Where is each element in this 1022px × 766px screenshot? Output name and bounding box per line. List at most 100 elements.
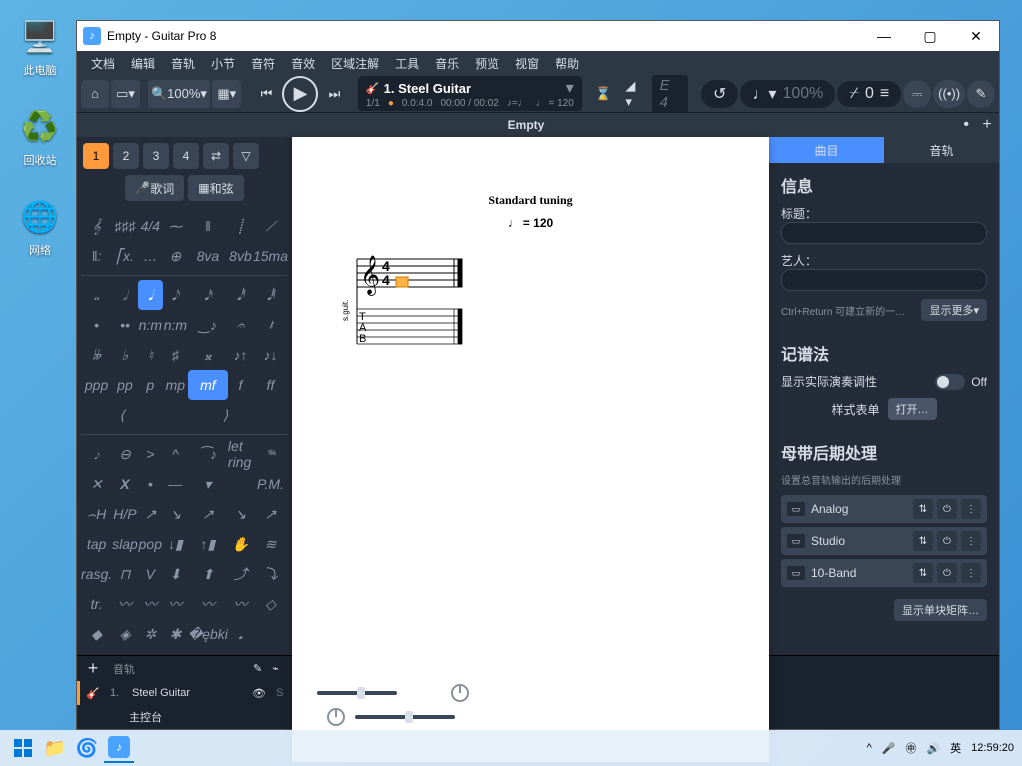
- crescendo-icon[interactable]: ⟨: [81, 400, 163, 430]
- guitarpro-taskbar-icon[interactable]: ♪: [104, 733, 134, 763]
- menu-file[interactable]: 文档: [83, 52, 123, 75]
- natural-icon[interactable]: ♮: [138, 340, 163, 370]
- harm4-icon[interactable]: ✲: [138, 619, 163, 649]
- vib3-icon[interactable]: 〰: [163, 589, 188, 619]
- fx-analog[interactable]: ▭ Analog ⇅⏻⋮: [781, 495, 987, 523]
- fx-studio[interactable]: ▭ Studio ⇅⏻⋮: [781, 527, 987, 555]
- ho-icon[interactable]: ⌢H: [81, 499, 112, 529]
- harm3-icon[interactable]: ◈: [112, 619, 138, 649]
- vib5-icon[interactable]: 〰: [228, 589, 253, 619]
- slide5-icon[interactable]: ↗: [253, 499, 288, 529]
- title-input[interactable]: [781, 222, 987, 244]
- automation-icon[interactable]: ⌁: [272, 662, 279, 675]
- quindma-icon[interactable]: 15ma: [253, 241, 288, 271]
- time-sig-icon[interactable]: 4/4: [138, 211, 163, 241]
- directions-icon[interactable]: …: [138, 241, 163, 271]
- play-button[interactable]: ▶: [282, 76, 318, 112]
- menu-help[interactable]: 帮助: [547, 52, 587, 75]
- tuning-fork-icon[interactable]: ⌿: [849, 85, 859, 103]
- triplet-icon[interactable]: ⁓: [163, 211, 188, 241]
- titlebar[interactable]: ♪ Empty - Guitar Pro 8 — ▢ ✕: [77, 21, 999, 51]
- tr-icon[interactable]: tr.: [81, 589, 112, 619]
- menu-window[interactable]: 视窗: [507, 52, 547, 75]
- design-icon[interactable]: ✎: [253, 662, 262, 675]
- layout-button[interactable]: ▦▾: [212, 80, 241, 108]
- rasg-icon[interactable]: rasg.: [81, 559, 112, 589]
- tray-chevron-icon[interactable]: ^: [867, 742, 872, 754]
- countdown-icon[interactable]: ◢ ▾: [619, 80, 649, 108]
- vib2-icon[interactable]: 〰: [138, 589, 163, 619]
- desktop-icon-network[interactable]: 🌐 网络: [10, 196, 70, 258]
- menu-tools[interactable]: 工具: [387, 52, 427, 75]
- slap-icon[interactable]: slap: [112, 529, 138, 559]
- minimize-button[interactable]: —: [861, 21, 907, 51]
- section-icon[interactable]: ⸽: [228, 211, 253, 241]
- palette-page-3[interactable]: 3: [143, 143, 169, 169]
- slur-icon[interactable]: ⁀♪: [188, 439, 228, 469]
- bend-icon[interactable]: ⤴: [228, 559, 253, 589]
- sixtyfourth-note-icon[interactable]: 𝅘𝅥𝅱: [253, 280, 288, 310]
- show-matrix-button[interactable]: 显示单块矩阵…: [894, 599, 987, 621]
- clock[interactable]: 12:59:20: [971, 742, 1014, 754]
- half-note-icon[interactable]: 𝅗𝅥: [112, 280, 138, 310]
- concert-pitch-toggle[interactable]: [935, 374, 965, 390]
- vib4-icon[interactable]: 〰: [188, 589, 228, 619]
- clef-icon[interactable]: 𝄞: [81, 211, 112, 241]
- staccatissimo-icon[interactable]: ▾: [188, 469, 228, 499]
- stylesheet-open-button[interactable]: 打开…: [888, 398, 937, 420]
- fx-power-icon[interactable]: ⏻: [937, 531, 957, 551]
- fx-more-icon[interactable]: ⋮: [961, 531, 981, 551]
- home-button[interactable]: ⌂: [81, 80, 109, 108]
- zoom-button[interactable]: 🔍 100% ▾: [148, 80, 211, 108]
- volume-slider[interactable]: [317, 691, 397, 695]
- menu-section[interactable]: 区域注解: [323, 52, 387, 75]
- double-dot-icon[interactable]: ••: [112, 310, 138, 340]
- ime-indicator[interactable]: ㊥: [905, 740, 916, 756]
- dblsharp-icon[interactable]: 𝄪: [188, 340, 228, 370]
- palette-filter-b[interactable]: ▽: [233, 143, 259, 169]
- fx-power-icon[interactable]: ⏻: [937, 499, 957, 519]
- quarter-note-icon[interactable]: 𝅘𝅥: [138, 280, 163, 310]
- fermata-icon[interactable]: 𝄐: [228, 310, 253, 340]
- accent-icon[interactable]: >: [138, 439, 163, 469]
- pan-knob[interactable]: [451, 684, 469, 702]
- flat-icon[interactable]: ♭: [112, 340, 138, 370]
- fx-updown-icon[interactable]: ⇅: [913, 563, 933, 583]
- col-track[interactable]: 音轨: [113, 661, 213, 677]
- palette-page-4[interactable]: 4: [173, 143, 199, 169]
- speed-pct[interactable]: 100%: [782, 85, 823, 103]
- menu-edit[interactable]: 编辑: [123, 52, 163, 75]
- coda-icon[interactable]: ⊕: [163, 241, 188, 271]
- midi-button[interactable]: ((•)): [933, 80, 965, 108]
- close-button[interactable]: ✕: [953, 21, 999, 51]
- capo-val[interactable]: 0: [865, 85, 874, 103]
- key-field[interactable]: E 4: [652, 75, 688, 113]
- repeat-open-icon[interactable]: ‖:: [81, 241, 112, 271]
- volume-tray-icon[interactable]: 🔊: [926, 742, 940, 755]
- slide2-icon[interactable]: ↘: [163, 499, 188, 529]
- hand-icon[interactable]: ✋: [228, 529, 253, 559]
- heavy-accent-icon[interactable]: ^: [163, 439, 188, 469]
- freetime-icon[interactable]: ⟋: [253, 211, 288, 241]
- palette-filter-a[interactable]: ⇄: [203, 143, 229, 169]
- explorer-icon[interactable]: 📁: [40, 733, 70, 763]
- sixteenth-note-icon[interactable]: 𝅘𝅥𝅯: [188, 280, 228, 310]
- menu-view[interactable]: 预览: [467, 52, 507, 75]
- repeat-close-icon[interactable]: ⎡x.: [112, 241, 138, 271]
- fx-updown-icon[interactable]: ⇅: [913, 499, 933, 519]
- dyn-mf[interactable]: mf: [188, 370, 228, 400]
- hp-icon[interactable]: H/P: [112, 499, 138, 529]
- grace-icon[interactable]: 𝆕: [81, 439, 112, 469]
- pickup-icon[interactable]: ⬆: [188, 559, 228, 589]
- dead-note-icon[interactable]: ✕: [81, 469, 112, 499]
- palette-page-1[interactable]: 1: [83, 143, 109, 169]
- mute-icon[interactable]: X: [112, 469, 138, 499]
- new-tab-button[interactable]: +: [975, 116, 999, 134]
- tab-song[interactable]: 曲目: [769, 137, 884, 163]
- lyrics-button[interactable]: 🎤 歌词: [125, 175, 184, 201]
- tie-icon[interactable]: ‿♪: [188, 310, 228, 340]
- dyn-f[interactable]: f: [228, 370, 253, 400]
- anacrusis-icon[interactable]: ‖: [188, 211, 228, 241]
- windows-taskbar[interactable]: 📁 🌀 ♪ ^ 🎤 ㊥ 🔊 英 12:59:20: [0, 730, 1022, 766]
- capo-dropdown-icon[interactable]: ≡: [880, 85, 889, 103]
